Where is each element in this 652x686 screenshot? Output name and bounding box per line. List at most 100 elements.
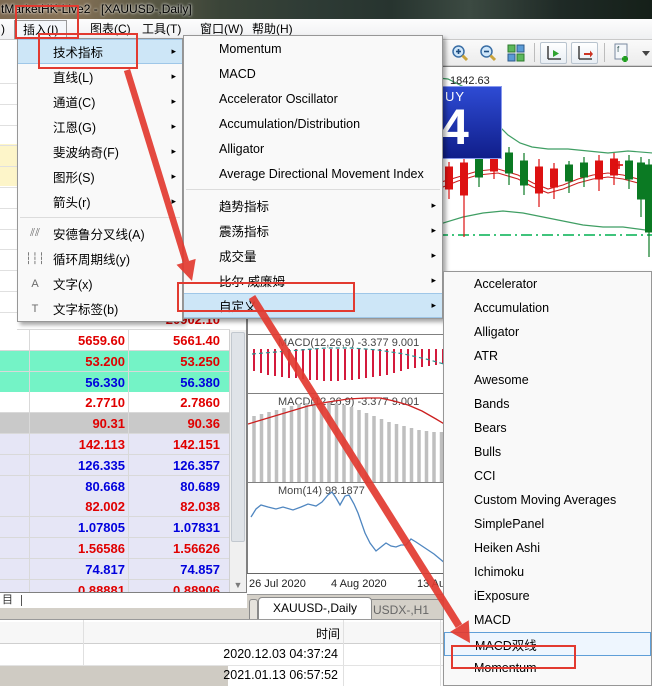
market-watch-row[interactable]: 53.20053.250 — [0, 351, 230, 372]
indicators-menu-item-震荡指标[interactable]: 震荡指标 ▸ — [184, 218, 442, 243]
insert-menu-item-安德鲁分叉线-a-[interactable]: ⫽⫽安德鲁分叉线(A) — [18, 221, 182, 246]
menu-item-label: 震荡指标 — [219, 221, 269, 240]
indicators-add-icon[interactable]: f — [610, 42, 636, 64]
insert-menu-item-箭头-r-[interactable]: 箭头(r)▸ — [18, 189, 182, 214]
auto-scroll-icon[interactable] — [540, 42, 567, 64]
row-line — [0, 208, 17, 209]
ask-value: 142.151 — [132, 436, 220, 453]
custom-menu-item-simplepanel[interactable]: SimplePanel — [444, 512, 651, 536]
submenu-arrow-icon: ▸ — [171, 171, 176, 182]
custom-menu-item-bands[interactable]: Bands — [444, 392, 651, 416]
indicators-menu-item-accelerator-oscillator[interactable]: Accelerator Oscillator — [184, 86, 442, 111]
zoom-out-icon[interactable] — [476, 42, 500, 64]
tile-windows-icon[interactable] — [504, 42, 528, 64]
insert-menu-item-图形-s-[interactable]: 图形(S)▸ — [18, 164, 182, 189]
market-watch-row[interactable]: 56.33056.380 — [0, 372, 230, 393]
custom-menu-item-ichimoku[interactable]: Ichimoku — [444, 560, 651, 584]
indicators-menu-item-alligator[interactable]: Alligator — [184, 136, 442, 161]
menu-item-label: Bulls — [474, 445, 501, 459]
ask-value: 2.7860 — [132, 394, 220, 411]
market-watch-row[interactable]: 126.335126.357 — [0, 455, 230, 476]
submenu-arrow-icon: ▸ — [171, 96, 176, 107]
ask-value: 1.56626 — [132, 540, 220, 557]
menu-item-label: Accumulation — [474, 301, 549, 315]
tab-stub[interactable] — [249, 599, 258, 619]
indicators-menu-item-趋势指标[interactable]: 趋势指标▸ — [184, 193, 442, 218]
insert-menu-item-循环周期线-y-[interactable]: ┆┆┆循环周期线(y) — [18, 246, 182, 271]
dropdown-caret-icon[interactable] — [640, 42, 652, 64]
menu-item-label: 江恩(G) — [53, 117, 96, 136]
bid-value: 1.56586 — [30, 540, 125, 557]
menubar-item-3[interactable]: 工具(T) — [134, 20, 189, 39]
custom-menu-item-atr[interactable]: ATR — [444, 344, 651, 368]
insert-menu-item-文字-x-[interactable]: A 文字(x) — [18, 271, 182, 296]
menu-item-label: 箭头(r) — [53, 192, 91, 211]
indicators-menu-item-accumulation-distribution[interactable]: Accumulation/Distribution — [184, 111, 442, 136]
column-divider — [128, 413, 129, 433]
time-cell: 2020.12.03 04:37:24 — [223, 647, 338, 661]
submenu-arrow-icon: ▸ — [171, 121, 176, 132]
market-watch-row[interactable]: 5659.605661.40 — [0, 330, 230, 351]
menu-item-label: Accelerator — [474, 277, 537, 291]
custom-menu-item-custom-moving-averages[interactable]: Custom Moving Averages — [444, 488, 651, 512]
bid-value: 53.200 — [30, 353, 125, 370]
chart-shift-icon[interactable] — [571, 42, 598, 64]
annotation-box-custom — [177, 282, 355, 312]
insert-menu-item-江恩-g-[interactable]: 江恩(G) ▸ — [18, 114, 182, 139]
market-watch-row[interactable]: 1.56586 1.56626 — [0, 538, 230, 559]
row-line — [0, 145, 17, 146]
indicators-menu-item-成交量[interactable]: 成交量▸ — [184, 243, 442, 268]
indicators-menu-item-average-directional-movement-index[interactable]: Average Directional Movement Index — [184, 161, 442, 186]
menu-item-label: Average Directional Movement Index — [219, 167, 424, 181]
zoom-in-icon[interactable] — [448, 42, 472, 64]
menu-item-label: 文字(x) — [53, 274, 93, 293]
market-watch-row[interactable]: 80.66880.689 — [0, 476, 230, 497]
scrollbar-thumb[interactable] — [231, 332, 245, 542]
custom-menu-item-accumulation[interactable]: Accumulation — [444, 296, 651, 320]
menu-item-label: Alligator — [474, 325, 519, 339]
insert-menu-item-斐波纳奇-f-[interactable]: 斐波纳奇(F)▸ — [18, 139, 182, 164]
market-watch-row[interactable]: 90.3190.36 — [0, 413, 230, 434]
custom-menu-item-bulls[interactable]: Bulls — [444, 440, 651, 464]
column-divider — [128, 517, 129, 537]
custom-menu-item-alligator[interactable]: Alligator — [444, 320, 651, 344]
custom-menu-item-awesome[interactable]: Awesome — [444, 368, 651, 392]
ask-value: 74.857 — [132, 561, 220, 578]
chart-tab-1[interactable]: XAUUSD-,Daily — [258, 597, 372, 619]
submenu-arrow-icon: ▸ — [431, 225, 436, 236]
market-watch-row[interactable]: 2.77102.7860 — [0, 392, 230, 413]
menu-item-label: 文字标签(b) — [53, 299, 118, 318]
row-line — [0, 229, 17, 230]
menu-item-label: MACD — [474, 613, 511, 627]
column-divider — [128, 392, 129, 412]
bid-value: 90.31 — [30, 415, 125, 432]
indicators-menu-item-momentum[interactable]: Momentum — [184, 36, 442, 61]
bid-value: 126.335 — [30, 457, 125, 474]
market-watch-row[interactable]: 142.113142.151 — [0, 434, 230, 455]
column-divider — [128, 330, 129, 350]
market-watch-footer: 目 — [0, 592, 247, 608]
insert-menu-item-文字标签-b-[interactable]: T文字标签(b) — [18, 296, 182, 321]
menu-item-label: Accelerator Oscillator — [219, 92, 338, 106]
custom-menu-item-accelerator[interactable]: Accelerator — [444, 272, 651, 296]
custom-menu-item-iexposure[interactable]: iExposure — [444, 584, 651, 608]
bid-value: 74.817 — [30, 561, 125, 578]
bid-value: 56.330 — [30, 374, 125, 391]
text-icon: A — [24, 278, 46, 290]
insert-menu-item-通道-c-[interactable]: 通道(C)▸ — [18, 89, 182, 114]
market-watch-row[interactable]: 1.078051.07831 — [0, 517, 230, 538]
custom-menu-item-cci[interactable]: CCI — [444, 464, 651, 488]
custom-indicators-submenu: Accelerator Accumulation Alligator ATRAweso… — [443, 271, 652, 686]
market-watch-row[interactable]: 82.00282.038 — [0, 496, 230, 517]
market-watch-row[interactable]: 74.817 74.857 — [0, 559, 230, 580]
title-bar[interactable]: tMarketHK-Live2 - [XAUUSD-,Daily] — [0, 0, 652, 19]
custom-menu-item-heiken-ashi[interactable]: Heiken Ashi — [444, 536, 651, 560]
submenu-arrow-icon: ▸ — [431, 275, 436, 286]
scrollbar-down-arrow[interactable]: ▼ — [231, 579, 245, 591]
market-watch-scrollbar[interactable]: ▼ — [229, 330, 246, 592]
market-watch-left-sliver — [0, 40, 17, 330]
custom-menu-item-bears[interactable]: Bears — [444, 416, 651, 440]
custom-menu-item-macd[interactable]: MACD — [444, 608, 651, 632]
column-header-time: 时间 — [316, 625, 340, 642]
indicators-menu-item-macd[interactable]: MACD — [184, 61, 442, 86]
